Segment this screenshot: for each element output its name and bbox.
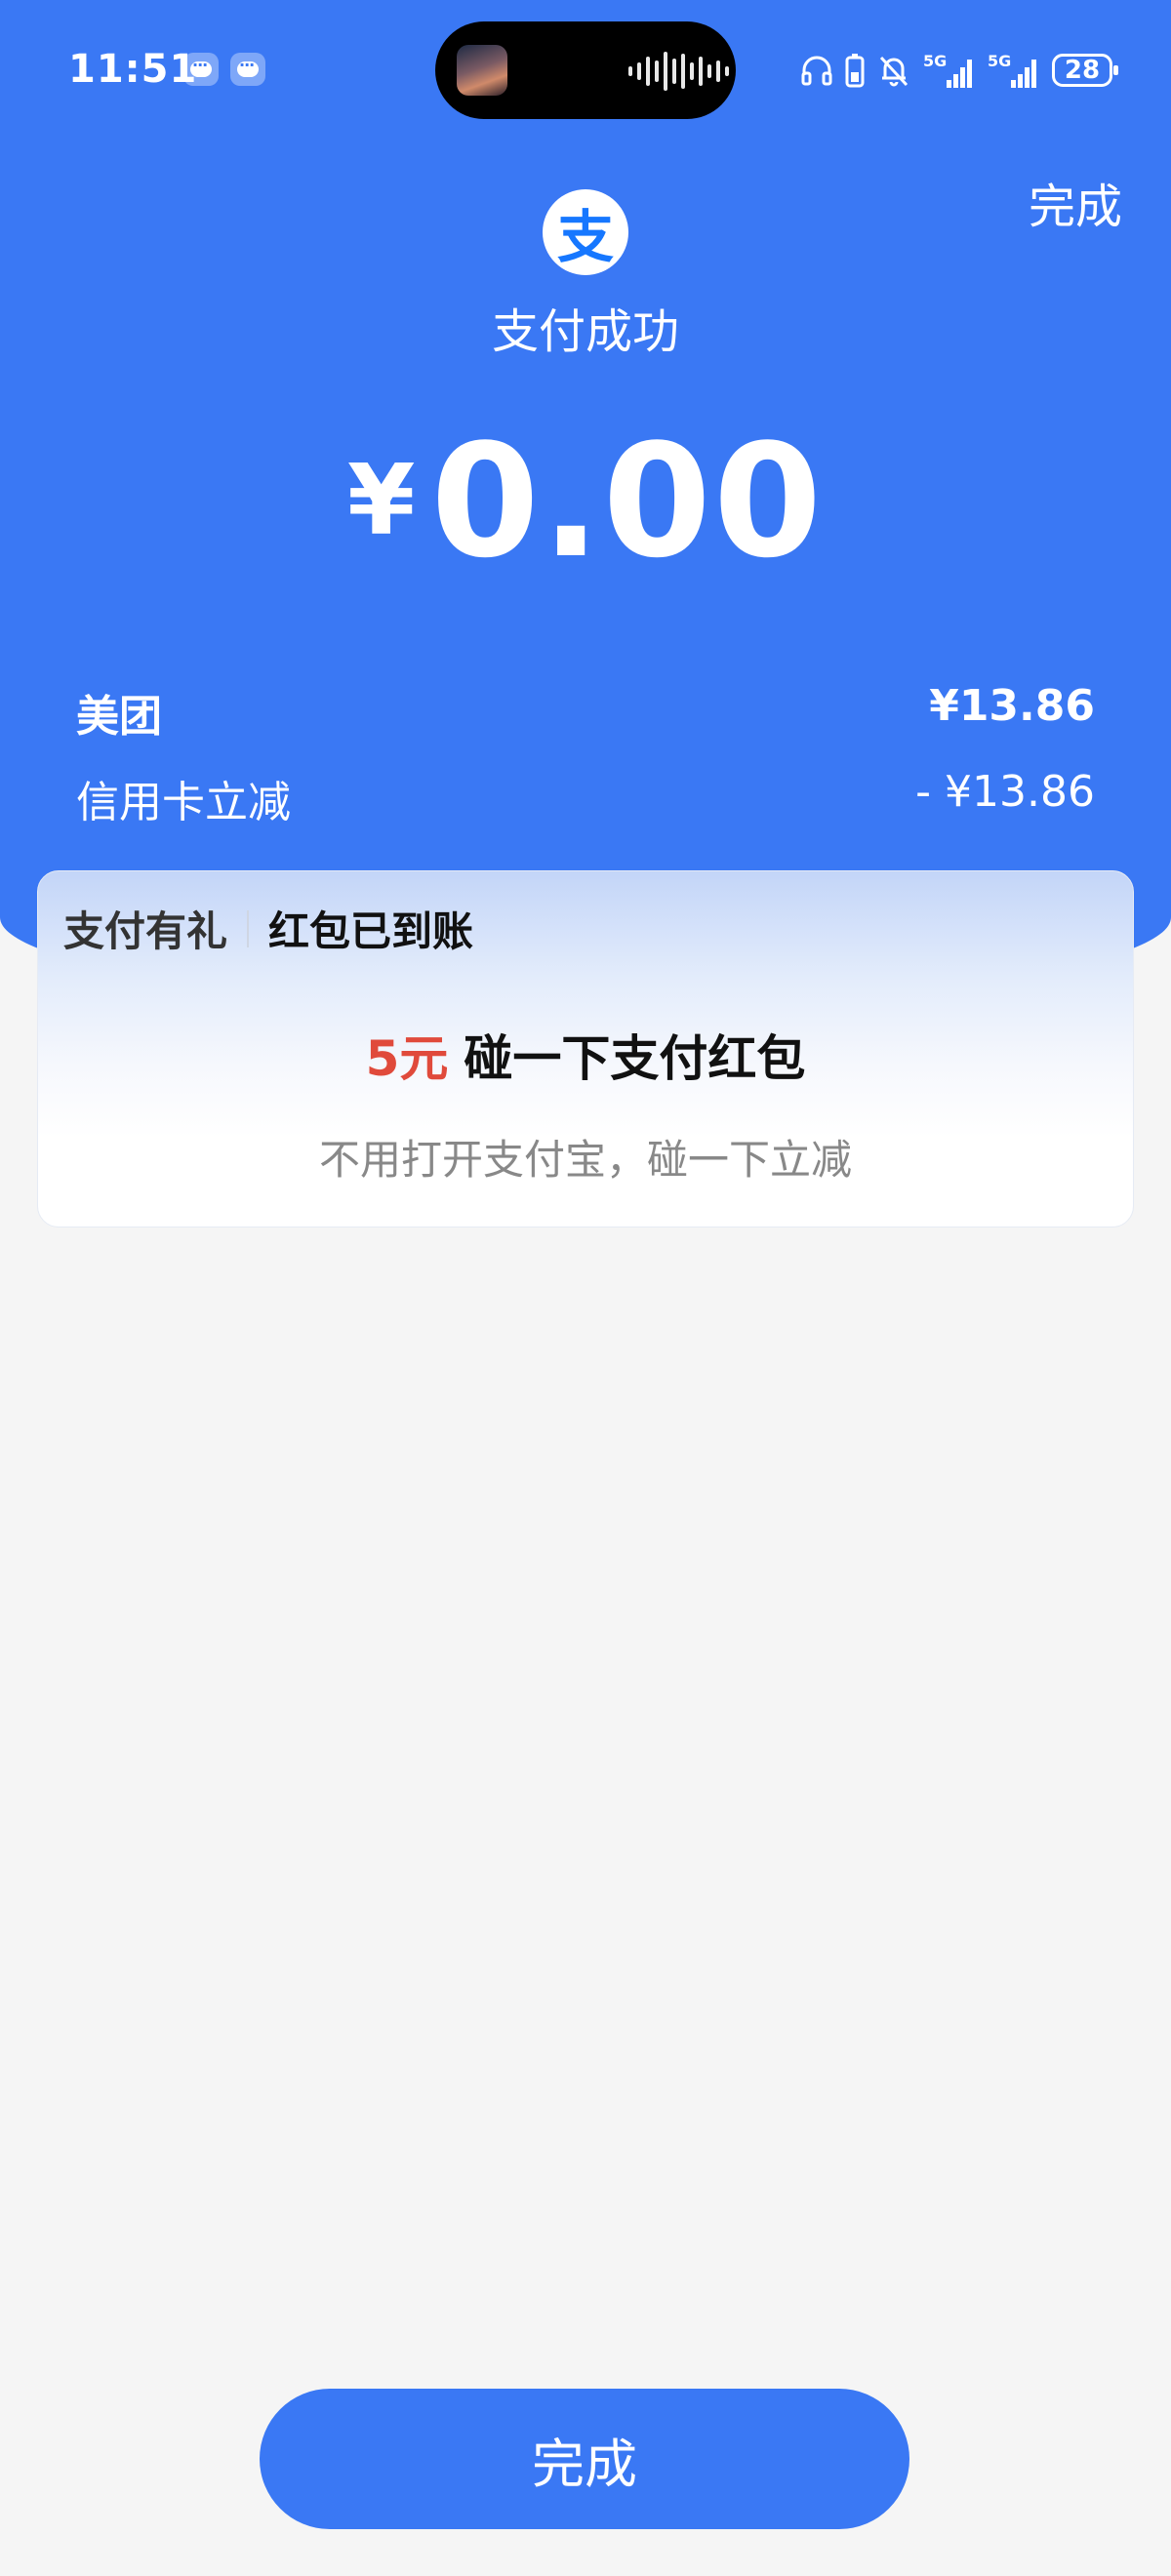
promo-headline-text: 碰一下支付红包 xyxy=(464,1030,806,1087)
message-notification-icon xyxy=(183,53,219,86)
status-icons: 5G 5G 28 xyxy=(800,49,1118,92)
battery-level: 28 xyxy=(1052,54,1118,87)
merchant-label: 美团 xyxy=(76,692,162,742)
currency-symbol: ¥ xyxy=(346,443,416,557)
promo-subtitle: 不用打开支付宝，碰一下立减 xyxy=(318,1136,852,1184)
amount-value: 0.00 xyxy=(430,410,825,592)
headphones-icon xyxy=(801,56,832,86)
merchant-amount: ¥13.86 xyxy=(929,681,1095,731)
mute-bell-icon xyxy=(879,56,909,87)
status-time: 11:51 xyxy=(68,47,198,92)
battery-small-icon xyxy=(845,54,865,88)
svg-text:5G: 5G xyxy=(923,52,947,70)
album-art-thumbnail xyxy=(457,45,507,96)
audio-waveform-icon xyxy=(628,51,729,92)
promo-header: 支付有礼 红包已到账 xyxy=(63,899,473,958)
alipay-logo: 支 xyxy=(543,189,628,275)
detail-row-merchant: 美团 ¥13.86 xyxy=(76,681,1095,744)
payment-amount: ¥0.00 xyxy=(0,410,1171,592)
signal-5g-icon: 5G xyxy=(988,52,1036,88)
detail-row-discount: 信用卡立减 - ¥13.86 xyxy=(76,767,1095,829)
promo-brand: 支付有礼 xyxy=(63,907,228,955)
promo-amount: 5元 xyxy=(365,1030,449,1087)
promo-divider xyxy=(247,909,250,947)
signal-5g-icon: 5G xyxy=(923,52,972,88)
message-notification-icon xyxy=(230,53,265,86)
promo-headline: 5元 碰一下支付红包 xyxy=(38,1020,1133,1090)
done-button[interactable]: 完成 xyxy=(260,2389,909,2529)
dynamic-island[interactable] xyxy=(435,21,736,119)
svg-text:5G: 5G xyxy=(988,52,1011,70)
promo-card[interactable]: 支付有礼 红包已到账 5元 碰一下支付红包 不用打开支付宝，碰一下立减 xyxy=(37,870,1134,1228)
promo-title: 红包已到账 xyxy=(268,907,474,955)
payment-status-title: 支付成功 xyxy=(491,304,679,359)
status-bar: 11:51 5G xyxy=(0,0,1171,146)
top-done-button[interactable]: 完成 xyxy=(1029,168,1122,236)
discount-amount: - ¥13.86 xyxy=(915,767,1095,817)
discount-label: 信用卡立减 xyxy=(76,778,291,827)
